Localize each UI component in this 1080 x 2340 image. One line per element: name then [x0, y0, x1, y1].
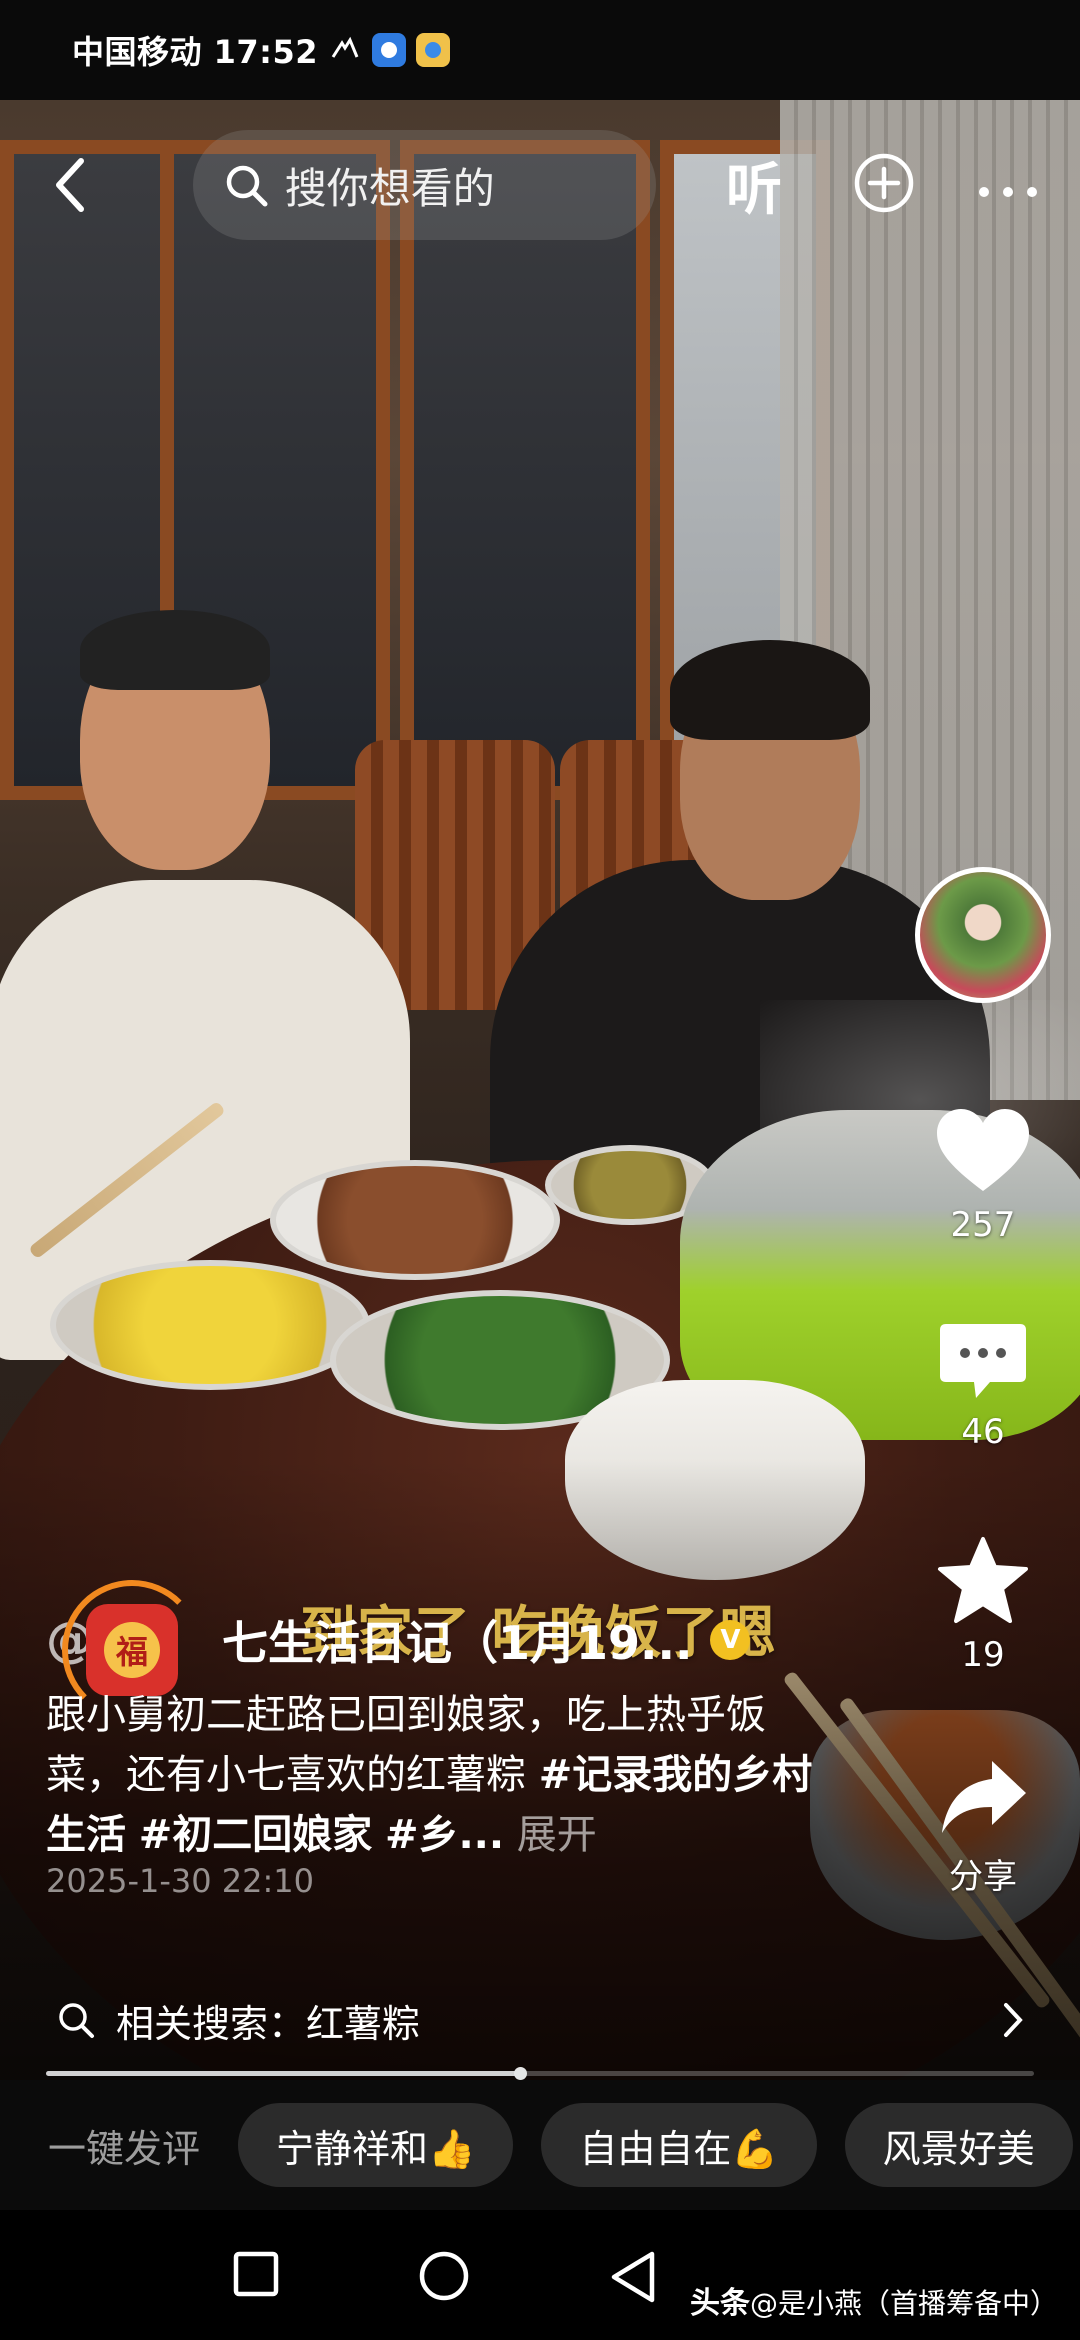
progress-fill [46, 2071, 521, 2076]
platform-watermark: 头条@是小燕（首播筹备中） [690, 2278, 1058, 2322]
scene-dish-meat [270, 1160, 560, 1280]
fu-badge-inner: 福 [86, 1604, 178, 1696]
app-notification-icon-2 [416, 33, 451, 67]
scene-person-woman-hair [670, 640, 870, 740]
back-nav-button[interactable] [608, 2250, 658, 2308]
share-button[interactable]: 分享 [920, 1755, 1046, 1898]
hashtag[interactable]: #初二回娘家 [139, 1812, 373, 1858]
watermark-text: @是小燕（首播筹备中） [750, 2287, 1059, 2320]
comment-button[interactable]: 46 [920, 1320, 1046, 1452]
quick-comment-chip[interactable]: 宁静祥和👍 [238, 2103, 514, 2187]
fu-badge-char: 福 [104, 1622, 160, 1678]
recents-button[interactable] [232, 2250, 280, 2302]
share-arrow-icon [942, 1761, 1026, 1833]
quick-comment-label: 一键发评 [48, 2126, 201, 2171]
comment-count: 46 [961, 1412, 1005, 1452]
like-count: 257 [950, 1205, 1016, 1245]
scene-dish-corn [50, 1260, 370, 1390]
more-dots-icon [979, 186, 1037, 197]
search-input[interactable]: 搜你想看的 [192, 130, 656, 240]
favorite-button[interactable]: 19 [920, 1535, 1046, 1675]
related-search-label: 相关搜索：红薯粽 [116, 2001, 421, 2046]
hashtag[interactable]: #乡... [385, 1812, 504, 1858]
watermark-brand: 头条 [690, 2286, 750, 2321]
quick-comment-bar: 一键发评 宁静祥和👍 自由自在💪 风景好美 [0, 2080, 1080, 2210]
publish-button[interactable] [852, 151, 916, 219]
back-button[interactable] [40, 145, 98, 225]
carrier-time: 中国移动 17:52 [72, 33, 319, 71]
video-progress-bar[interactable] [46, 2067, 1034, 2080]
chevron-right-icon [1004, 2003, 1023, 2037]
plus-circle-icon [854, 153, 914, 213]
post-description[interactable]: 跟小舅初二赶路已回到娘家，吃上热乎饭菜，还有小七喜欢的红薯粽 #记录我的乡村生活… [46, 1685, 836, 1865]
square-icon [233, 2251, 279, 2297]
scene-person-man-hair [80, 610, 270, 690]
more-button[interactable] [976, 160, 1040, 211]
related-search-bar[interactable]: 相关搜索：红薯粽 [0, 1960, 1080, 2080]
back-arrow-icon [55, 158, 84, 212]
quick-comment-chip[interactable]: 自由自在💪 [541, 2103, 817, 2187]
author-avatar[interactable] [915, 867, 1051, 1003]
post-timestamp: 2025-1-30 22:10 [46, 1862, 314, 1900]
favorite-count: 19 [961, 1635, 1005, 1675]
listen-button[interactable]: 听 [726, 145, 782, 226]
verified-badge-icon: V [710, 1620, 751, 1660]
star-icon [938, 1537, 1028, 1623]
share-label: 分享 [949, 1857, 1017, 1897]
search-placeholder: 搜你想看的 [284, 163, 495, 213]
search-icon [226, 165, 268, 207]
search-icon [59, 2003, 94, 2038]
triangle-back-icon [611, 2251, 655, 2303]
home-button[interactable] [418, 2250, 470, 2306]
top-bar: 搜你想看的 听 [0, 110, 1080, 260]
quick-comment-chip[interactable]: 风景好美 [844, 2103, 1073, 2187]
like-button[interactable]: 257 [920, 1105, 1046, 1245]
circle-icon [419, 2251, 469, 2301]
signal-icon [328, 33, 362, 67]
comment-bubble-icon [940, 1324, 1026, 1398]
author-name[interactable]: 七生活日记（1月19... [222, 1607, 692, 1673]
heart-icon [937, 1109, 1029, 1191]
status-bar: 中国移动 17:52 [0, 0, 1080, 100]
app-notification-icon [372, 33, 407, 67]
expand-button[interactable]: 展开 [517, 1812, 597, 1858]
